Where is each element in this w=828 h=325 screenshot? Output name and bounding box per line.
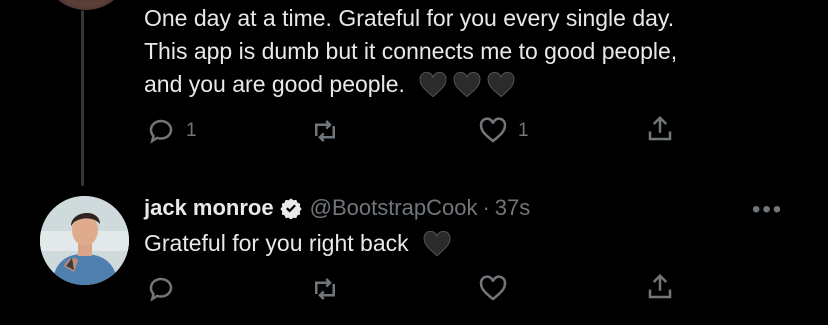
like-count: 1: [518, 120, 529, 141]
black-heart-emoji: [423, 231, 451, 257]
timestamp[interactable]: 37s: [495, 193, 530, 223]
tweet-text-line: This app is dumb but it connects me to g…: [144, 38, 678, 64]
reply-icon: [149, 119, 173, 144]
like-button[interactable]: [478, 274, 508, 304]
thread-connector-line: [81, 10, 84, 186]
heart-icon: [479, 117, 507, 143]
black-heart-emoji: [487, 72, 515, 98]
tweet-text-line: and you are good people.: [144, 68, 515, 101]
tweet-header: jack monroe @BootstrapCook · 37s: [144, 193, 530, 223]
share-button[interactable]: [645, 272, 675, 302]
share-icon: [648, 273, 672, 299]
display-name[interactable]: jack monroe: [144, 193, 274, 223]
verified-badge-icon: [279, 198, 302, 219]
username-handle[interactable]: @BootstrapCook: [310, 193, 478, 223]
heart-icon: [479, 275, 507, 301]
reply-icon: [149, 277, 173, 302]
share-icon: [648, 115, 672, 141]
reply-count: 1: [186, 120, 197, 141]
reply-button[interactable]: 1: [146, 116, 197, 146]
retweet-button[interactable]: [310, 274, 340, 304]
more-options-button[interactable]: •••: [752, 196, 783, 224]
reply-button[interactable]: [146, 274, 176, 304]
separator-dot: ·: [482, 195, 490, 220]
retweet-button[interactable]: [310, 116, 350, 146]
avatar[interactable]: [40, 196, 129, 285]
tweet-text-line: One day at a time. Grateful for you ever…: [144, 5, 675, 31]
black-heart-emoji: [453, 72, 481, 98]
retweet-icon: [315, 278, 335, 300]
share-button[interactable]: [645, 114, 675, 144]
black-heart-emoji: [419, 72, 447, 98]
tweet-text: and you are good people.: [144, 71, 405, 97]
avatar[interactable]: [42, 0, 130, 10]
tweet-text: Grateful for you right back: [144, 230, 409, 256]
retweet-icon: [315, 120, 335, 142]
tweet-text-line: Grateful for you right back: [144, 227, 451, 260]
like-button[interactable]: 1: [478, 116, 529, 146]
